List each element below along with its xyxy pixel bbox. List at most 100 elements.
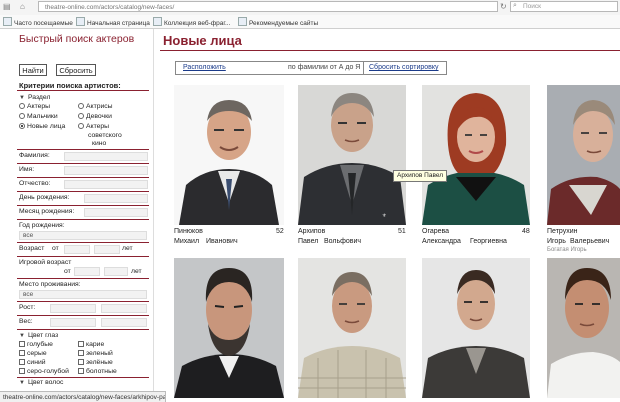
age-to-input[interactable]	[94, 245, 120, 254]
sort-range-label: по фамилии от А до Я	[288, 64, 361, 71]
find-button[interactable]: Найти	[19, 64, 47, 76]
actor-photo-row2-1[interactable]	[174, 258, 284, 398]
checkbox-icon	[19, 350, 25, 356]
surname-input[interactable]	[64, 152, 148, 161]
actor-photo-petrukhin[interactable]	[547, 85, 620, 225]
eye-dark-blue-checkbox[interactable]: синий	[19, 359, 46, 366]
divider	[17, 191, 149, 192]
radio-label: Актрисы	[86, 103, 113, 110]
radio-boys[interactable]: Мальчики	[19, 113, 58, 120]
weight-to-input[interactable]	[101, 318, 147, 327]
divider	[17, 163, 149, 164]
bookmark-web-slices[interactable]: Коллекция веб-фраг...	[153, 17, 230, 27]
actor-surname[interactable]: Петрухин	[547, 228, 578, 235]
bookmark-icon	[76, 17, 85, 26]
actor-first-name: Михаил	[174, 238, 200, 245]
birth-month-label: Месяц рождения:	[19, 208, 75, 215]
height-from-input[interactable]	[50, 304, 96, 313]
bookmark-start-page[interactable]: Начальная страница	[76, 17, 150, 27]
actor-photo-row2-4[interactable]	[547, 258, 620, 398]
checkbox-label: зелёные	[86, 359, 113, 366]
age-from-label: от	[52, 245, 59, 252]
weight-from-input[interactable]	[50, 318, 96, 327]
birth-month-select[interactable]	[84, 208, 148, 217]
eye-green-checkbox[interactable]: зеленый	[78, 350, 113, 357]
portrait-image	[547, 258, 620, 398]
play-age-years-label: лет	[131, 268, 142, 275]
actor-photo-row2-3[interactable]	[422, 258, 530, 398]
eye-green2-checkbox[interactable]: зелёные	[78, 359, 113, 366]
divider	[17, 301, 149, 302]
hair-color-toggle[interactable]: ▼ Цвет волос	[19, 379, 63, 386]
reload-icon[interactable]: ↻	[500, 2, 507, 12]
checkbox-icon	[19, 341, 25, 347]
checkbox-label: синий	[27, 359, 46, 366]
portrait-image	[174, 258, 284, 398]
radio-label: Актеры	[86, 123, 110, 130]
actor-photo-ogareva[interactable]	[422, 85, 530, 225]
play-age-from-label: от	[64, 268, 71, 275]
height-to-input[interactable]	[101, 304, 147, 313]
actor-photo-pinyukov[interactable]	[174, 85, 284, 225]
bookmark-icon	[238, 17, 247, 26]
birthday-input[interactable]	[84, 194, 148, 203]
triangle-down-icon: ▼	[19, 95, 25, 101]
address-bar[interactable]: theatre-online.com/actors/catalog/new-fa…	[38, 1, 498, 12]
section-toggle[interactable]: ▼ Раздел	[19, 94, 50, 101]
radio-label-cont: советского	[88, 132, 122, 139]
actor-surname[interactable]: Архипов	[298, 228, 325, 235]
svg-text:⚜: ⚜	[382, 213, 386, 219]
eye-gray-checkbox[interactable]: серые	[19, 350, 47, 357]
bookmark-icon	[153, 17, 162, 26]
checkbox-label: голубые	[27, 341, 53, 348]
divider	[17, 329, 149, 330]
eye-gray-blue-checkbox[interactable]: серо-голубой	[19, 368, 69, 375]
reset-button[interactable]: Сбросить	[56, 64, 96, 76]
patronymic-input[interactable]	[64, 180, 148, 189]
actor-surname[interactable]: Огарева	[422, 228, 449, 235]
title-divider	[160, 50, 620, 51]
residence-select[interactable]: все	[19, 290, 147, 299]
bookmark-frequent[interactable]: Часто посещаемые	[3, 17, 73, 27]
actor-photo-arkhipov[interactable]: ⚜	[298, 85, 406, 225]
age-label: Возраст	[19, 245, 45, 252]
actor-first-name: Игорь	[547, 238, 566, 245]
bookmark-label: Коллекция веб-фраг...	[164, 20, 231, 27]
home-icon[interactable]: ⌂	[20, 2, 30, 12]
bookmark-suggested[interactable]: Рекомендуемые сайты	[238, 17, 318, 27]
radio-new-faces[interactable]: Новые лица	[19, 123, 65, 130]
radio-label: Новые лица	[27, 123, 66, 130]
birthday-label: День рождения:	[19, 194, 70, 201]
radio-girls[interactable]: Девочки	[78, 113, 112, 120]
height-label: Рост:	[19, 304, 36, 311]
actor-surname[interactable]: Пинюков	[174, 228, 203, 235]
hair-color-label: Цвет волос	[27, 379, 64, 386]
age-years-label: лет	[122, 245, 133, 252]
page-title: Новые лица	[163, 33, 242, 48]
actor-photo-row2-2[interactable]	[298, 258, 406, 398]
age-from-input[interactable]	[64, 245, 90, 254]
eye-color-toggle[interactable]: ▼ Цвет глаз	[19, 332, 58, 339]
eye-blue-checkbox[interactable]: голубые	[19, 341, 53, 348]
sort-link[interactable]: Расположить	[183, 64, 226, 71]
radio-label-cont: кино	[92, 140, 107, 147]
radio-actors[interactable]: Актеры	[19, 103, 50, 110]
browser-search-input[interactable]: Поиск	[510, 1, 618, 12]
radio-icon	[78, 103, 84, 109]
actor-patronymic: Иванович	[206, 238, 238, 245]
triangle-down-icon: ▼	[19, 380, 25, 386]
radio-label: Мальчики	[27, 113, 58, 120]
library-icon[interactable]: ▤	[3, 2, 13, 12]
play-age-from-input[interactable]	[74, 267, 100, 276]
name-input[interactable]	[64, 166, 148, 175]
birth-year-select[interactable]: все	[19, 231, 147, 240]
eye-swamp-checkbox[interactable]: болотные	[78, 368, 117, 375]
checkbox-icon	[78, 350, 84, 356]
radio-soviet-actors[interactable]: Актеры	[78, 123, 109, 130]
radio-actresses[interactable]: Актрисы	[78, 103, 113, 110]
actor-patronymic: Георгиевна	[470, 238, 507, 245]
play-age-to-input[interactable]	[104, 267, 128, 276]
sort-reset-link[interactable]: Сбросить сортировку	[369, 64, 439, 71]
actor-age: 51	[398, 228, 406, 235]
eye-brown-checkbox[interactable]: карие	[78, 341, 104, 348]
